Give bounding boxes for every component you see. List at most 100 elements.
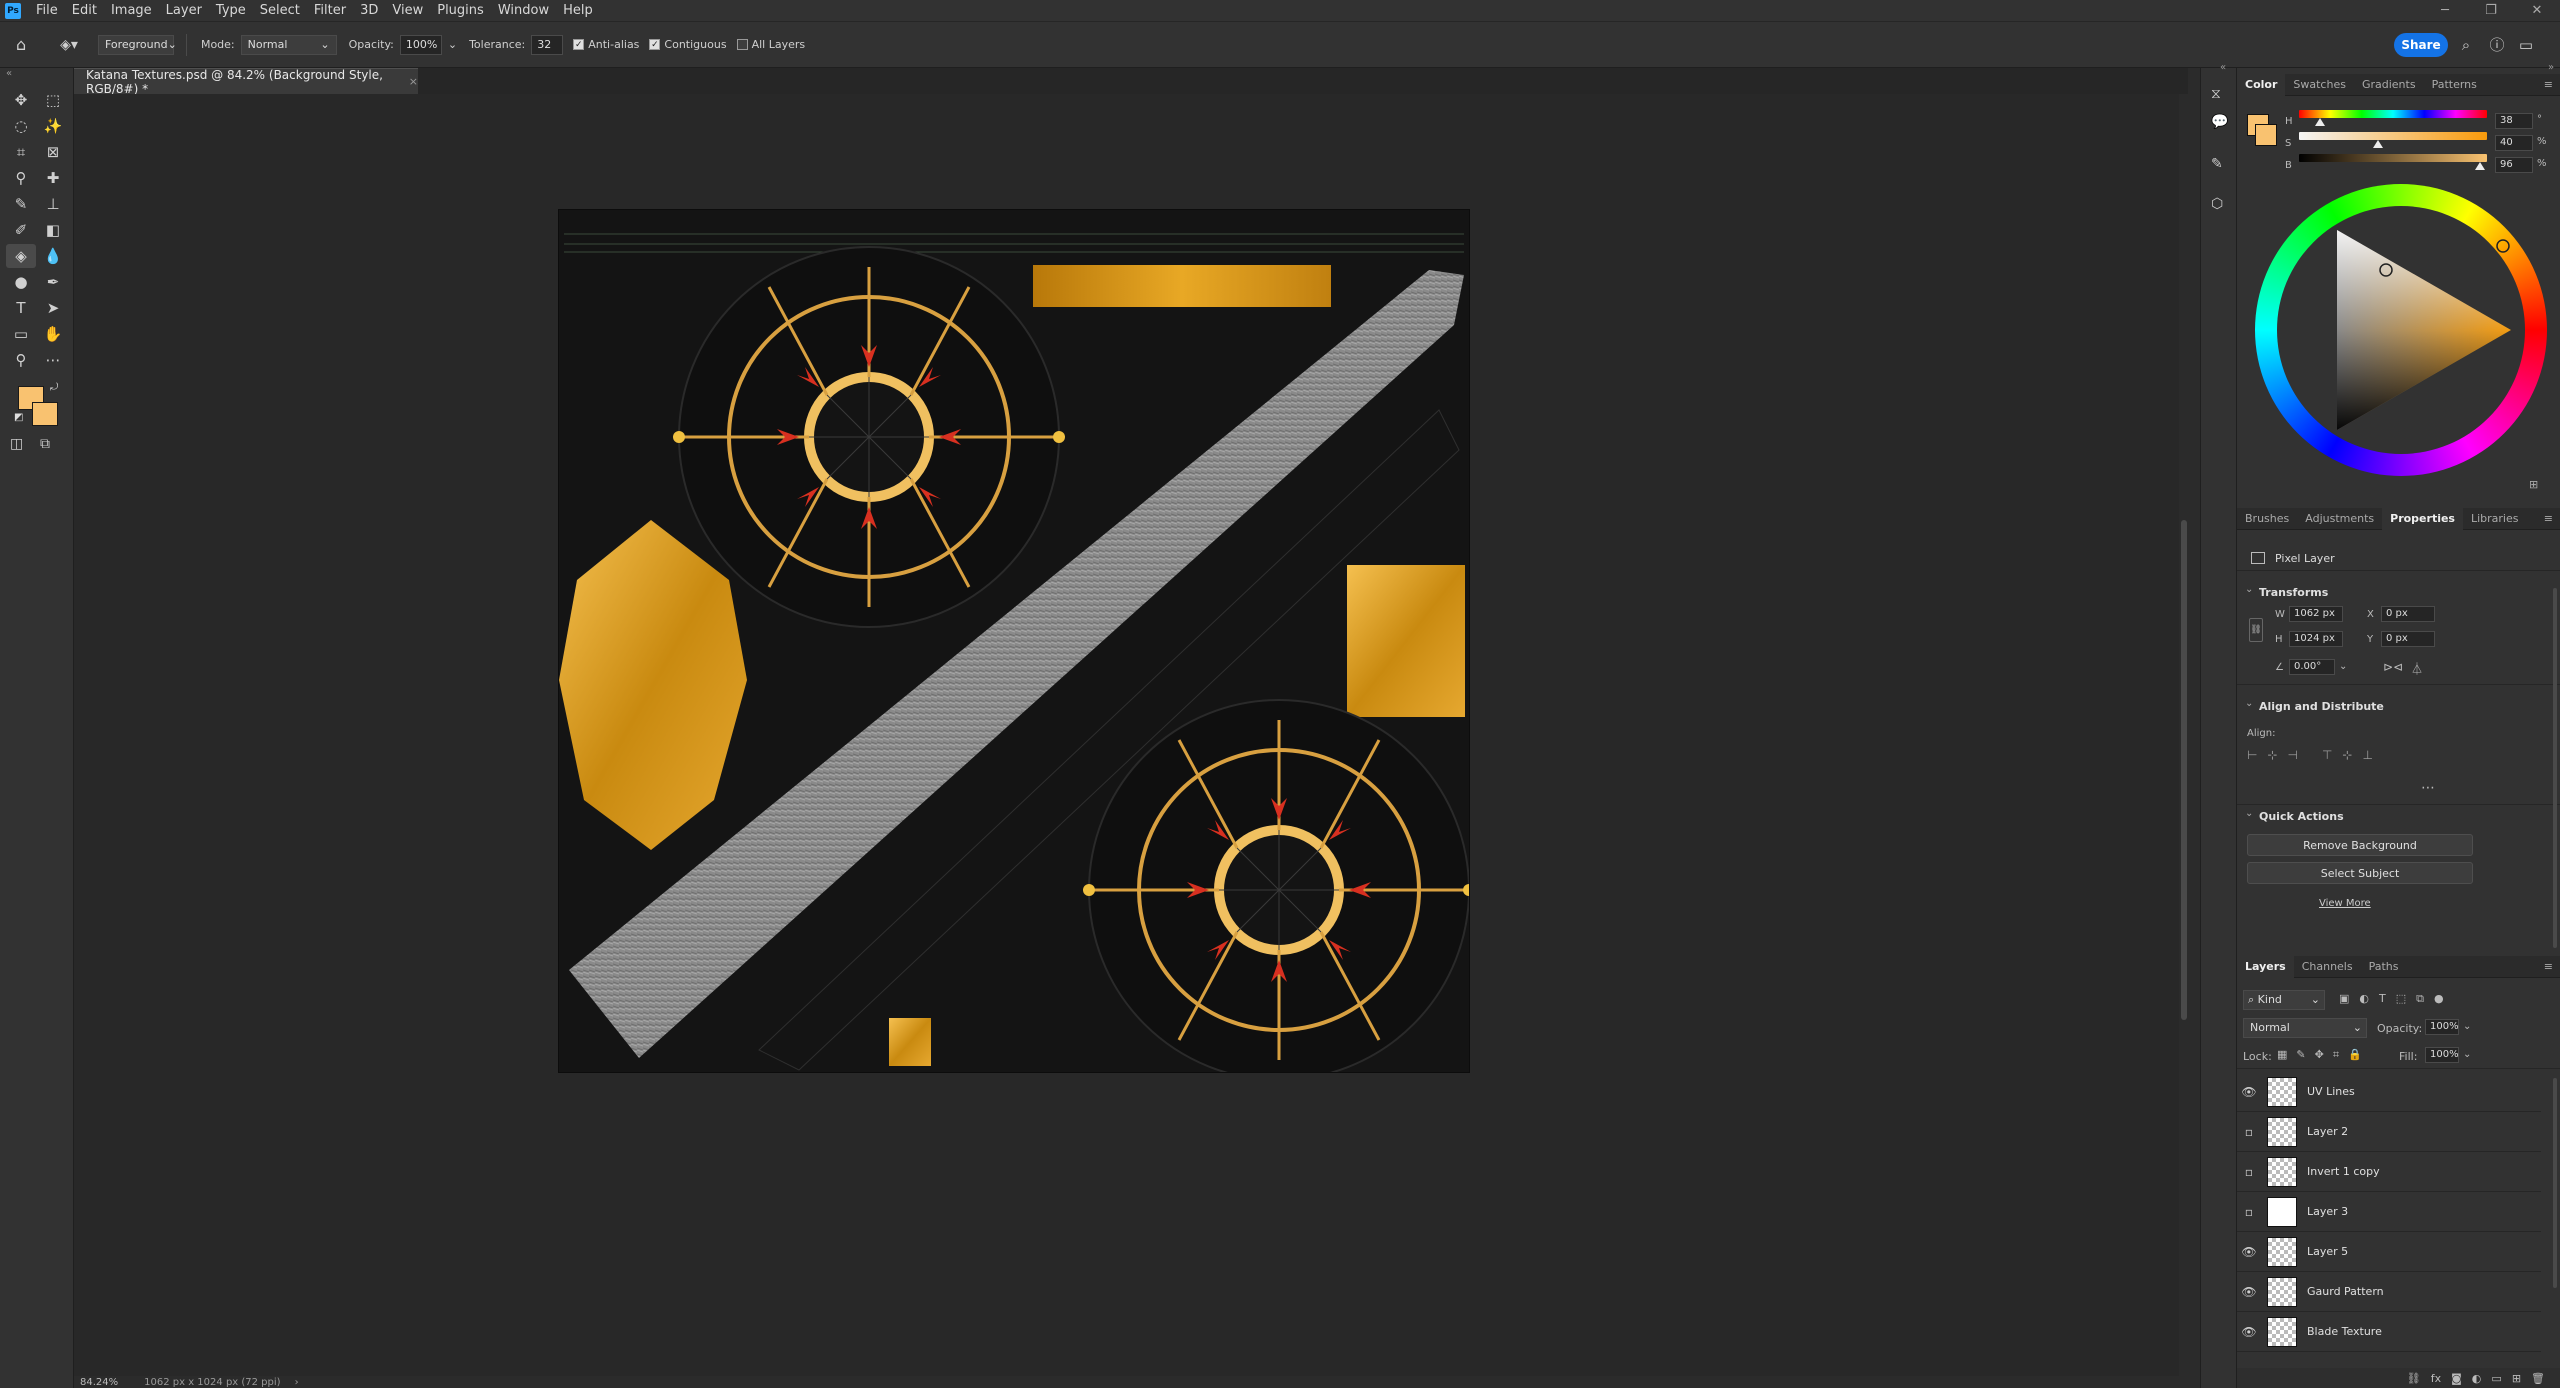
- move-tool-icon[interactable]: ✥: [6, 88, 36, 112]
- layer-row-layer-3[interactable]: ▫ Layer 3: [2237, 1192, 2541, 1232]
- menu-3d[interactable]: 3D: [353, 0, 385, 22]
- layer-row-layer-2[interactable]: ▫ Layer 2: [2237, 1112, 2541, 1152]
- x-input[interactable]: 0 px: [2381, 606, 2435, 622]
- minimize-icon[interactable]: ─: [2422, 0, 2468, 22]
- tab-properties[interactable]: Properties: [2382, 507, 2463, 530]
- more-tools-icon[interactable]: ⋯: [38, 348, 68, 372]
- layer-opacity-input[interactable]: 100%: [2425, 1019, 2459, 1035]
- width-input[interactable]: 1062 px: [2289, 606, 2343, 622]
- more-options-icon[interactable]: ⋯: [2421, 780, 2435, 796]
- anti-alias-checkbox[interactable]: ✓: [573, 39, 585, 50]
- default-colors-icon[interactable]: ◩: [14, 412, 23, 423]
- eye-icon[interactable]: 👁: [2237, 1085, 2261, 1099]
- chevron-down-icon[interactable]: ⌄: [2245, 584, 2253, 595]
- history-panel-icon[interactable]: ⧖: [2211, 86, 2221, 102]
- help-icon[interactable]: ⓘ: [2486, 34, 2508, 56]
- s-value-input[interactable]: 40: [2495, 135, 2533, 151]
- angle-input[interactable]: 0.00°: [2289, 659, 2335, 675]
- flip-vertical-icon[interactable]: ⏃: [2411, 660, 2423, 677]
- link-dimensions-icon[interactable]: ⛓: [2249, 618, 2263, 642]
- hue-handle[interactable]: [2315, 118, 2325, 126]
- align-left-icon[interactable]: ⊢: [2247, 748, 2257, 762]
- hand-tool-icon[interactable]: ✋: [38, 322, 68, 346]
- brush-tool-icon[interactable]: ✎: [6, 192, 36, 216]
- lock-artboard-icon[interactable]: ⌗: [2333, 1048, 2339, 1062]
- layer-filter-select[interactable]: ⌕ Kind ⌄: [2243, 990, 2325, 1010]
- 3d-panel-icon[interactable]: ⬡: [2211, 196, 2223, 212]
- layer-row-layer-5[interactable]: 👁 Layer 5: [2237, 1232, 2541, 1272]
- layer-name[interactable]: Layer 5: [2307, 1245, 2348, 1258]
- tab-brushes[interactable]: Brushes: [2237, 508, 2297, 530]
- blur-tool-icon[interactable]: 💧: [38, 244, 68, 268]
- layer-name[interactable]: UV Lines: [2307, 1085, 2355, 1098]
- history-brush-tool-icon[interactable]: ✐: [6, 218, 36, 242]
- rectangle-tool-icon[interactable]: ▭: [6, 322, 36, 346]
- expand-panels-icon[interactable]: »: [2548, 62, 2554, 73]
- link-layers-icon[interactable]: ⛓: [2407, 1372, 2421, 1385]
- magic-wand-tool-icon[interactable]: ✨: [38, 114, 68, 138]
- tab-channels[interactable]: Channels: [2294, 956, 2361, 978]
- chevron-down-icon[interactable]: ⌄: [2463, 1049, 2471, 1060]
- contiguous-checkbox[interactable]: ✓: [649, 39, 661, 50]
- color-triangle[interactable]: [2255, 184, 2547, 476]
- eraser-tool-icon[interactable]: ◧: [38, 218, 68, 242]
- menu-file[interactable]: File: [29, 0, 65, 22]
- comments-panel-icon[interactable]: 💬: [2211, 114, 2228, 130]
- eye-hidden-icon[interactable]: ▫: [2237, 1205, 2261, 1219]
- align-right-icon[interactable]: ⊣: [2288, 748, 2298, 762]
- menu-filter[interactable]: Filter: [307, 0, 353, 22]
- tab-color[interactable]: Color: [2237, 73, 2286, 96]
- fill-input[interactable]: 100%: [2425, 1047, 2459, 1063]
- view-more-link[interactable]: View More: [2319, 898, 2371, 909]
- filter-adjustment-icon[interactable]: ◐: [2359, 992, 2369, 1006]
- menu-type[interactable]: Type: [209, 0, 253, 22]
- layer-name[interactable]: Blade Texture: [2307, 1325, 2382, 1338]
- zoom-level[interactable]: 84.24%: [80, 1377, 118, 1388]
- chevron-down-icon[interactable]: ⌄: [2245, 808, 2253, 819]
- restore-icon[interactable]: ❐: [2468, 0, 2514, 22]
- all-layers-checkbox[interactable]: [736, 39, 748, 50]
- collapse-toolbar-icon[interactable]: «: [6, 68, 12, 79]
- collapse-panels-icon[interactable]: «: [2220, 62, 2226, 73]
- tab-gradients[interactable]: Gradients: [2354, 74, 2424, 96]
- tab-layers[interactable]: Layers: [2237, 955, 2294, 978]
- eye-hidden-icon[interactable]: ▫: [2237, 1165, 2261, 1179]
- filter-type-icon[interactable]: T: [2379, 992, 2386, 1006]
- quick-mask-icon[interactable]: ◫: [10, 436, 23, 452]
- menu-edit[interactable]: Edit: [65, 0, 104, 22]
- filter-toggle-icon[interactable]: ●: [2434, 992, 2444, 1006]
- search-icon[interactable]: ⌕: [2455, 34, 2477, 56]
- menu-view[interactable]: View: [385, 0, 430, 22]
- home-icon[interactable]: ⌂: [16, 35, 26, 54]
- menu-image[interactable]: Image: [104, 0, 159, 22]
- document-canvas[interactable]: [558, 209, 1470, 1073]
- tab-paths[interactable]: Paths: [2361, 956, 2407, 978]
- align-bottom-icon[interactable]: ⊥: [2362, 748, 2372, 762]
- chevron-down-icon[interactable]: ⌄: [2245, 698, 2253, 709]
- y-input[interactable]: 0 px: [2381, 631, 2435, 647]
- eye-icon[interactable]: 👁: [2237, 1245, 2261, 1259]
- eye-icon[interactable]: 👁: [2237, 1325, 2261, 1339]
- menu-window[interactable]: Window: [491, 0, 556, 22]
- paint-bucket-tool-preset-icon[interactable]: ◈▾: [60, 37, 78, 53]
- properties-scrollbar[interactable]: [2553, 588, 2557, 948]
- brightness-slider[interactable]: [2299, 154, 2487, 162]
- swap-colors-icon[interactable]: ⤾: [50, 382, 58, 393]
- align-center-v-icon[interactable]: ⊹: [2342, 748, 2352, 762]
- b-value-input[interactable]: 96: [2495, 157, 2533, 173]
- height-input[interactable]: 1024 px: [2289, 631, 2343, 647]
- lasso-tool-icon[interactable]: ◌: [6, 114, 36, 138]
- eye-hidden-icon[interactable]: ▫: [2237, 1125, 2261, 1139]
- layers-scrollbar[interactable]: [2553, 1078, 2557, 1288]
- close-tab-icon[interactable]: ×: [409, 75, 418, 88]
- lock-position-icon[interactable]: ✥: [2315, 1048, 2324, 1062]
- filter-smart-object-icon[interactable]: ⧉: [2416, 992, 2424, 1006]
- document-tab[interactable]: Katana Textures.psd @ 84.2% (Background …: [74, 68, 418, 96]
- select-subject-button[interactable]: Select Subject: [2247, 862, 2473, 884]
- clone-stamp-tool-icon[interactable]: ⊥: [38, 192, 68, 216]
- layer-name[interactable]: Layer 3: [2307, 1205, 2348, 1218]
- layer-row-blade-texture[interactable]: 👁 Blade Texture: [2237, 1312, 2541, 1352]
- status-expand-icon[interactable]: ›: [295, 1377, 299, 1388]
- layer-name[interactable]: Gaurd Pattern: [2307, 1285, 2384, 1298]
- delete-layer-icon[interactable]: 🗑: [2531, 1372, 2545, 1385]
